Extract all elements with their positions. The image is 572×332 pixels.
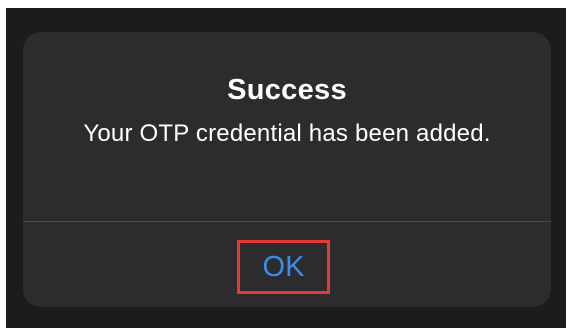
alert-content: Success Your OTP credential has been add… xyxy=(23,32,551,221)
alert-message: Your OTP credential has been added. xyxy=(83,120,491,147)
alert-title: Success xyxy=(227,74,347,106)
ok-button[interactable]: OK xyxy=(237,240,330,294)
success-alert-dialog: Success Your OTP credential has been add… xyxy=(23,32,551,307)
alert-action-row: OK xyxy=(23,222,551,307)
